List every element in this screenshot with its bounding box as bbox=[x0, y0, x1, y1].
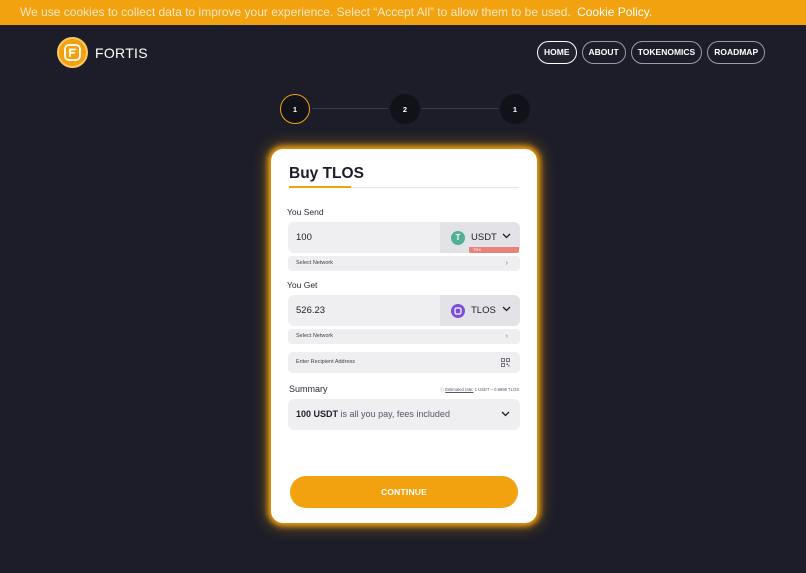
get-coin-select[interactable]: TLOS bbox=[440, 295, 520, 326]
get-network-placeholder: Select Network bbox=[296, 333, 333, 339]
cookie-policy-link[interactable]: Cookie Policy. bbox=[577, 5, 652, 19]
send-network-select[interactable]: Select Network › bbox=[288, 256, 520, 271]
get-amount-field[interactable]: 526.23 TLOS bbox=[288, 295, 520, 326]
step-2: 2 bbox=[390, 94, 420, 124]
send-amount-value[interactable]: 100 bbox=[296, 222, 312, 253]
chevron-down-icon bbox=[501, 411, 510, 417]
nav-tokenomics-button[interactable]: TOKENOMICS bbox=[630, 41, 703, 64]
title-accent-underline bbox=[289, 186, 351, 188]
cookie-message: We use cookies to collect data to improv… bbox=[20, 5, 571, 19]
nav-roadmap-button[interactable]: ROADMAP bbox=[707, 41, 766, 64]
get-network-select[interactable]: Select Network › bbox=[288, 329, 520, 344]
summary-amount: 100 USDT bbox=[296, 409, 339, 419]
chevron-right-icon: › bbox=[505, 260, 508, 267]
telos-icon bbox=[451, 303, 465, 318]
you-send-label: You Send bbox=[287, 207, 324, 217]
you-get-label: You Get bbox=[287, 280, 318, 290]
progress-stepper: 1 2 1 bbox=[280, 94, 530, 124]
cookie-banner: We use cookies to collect data to improv… bbox=[0, 0, 806, 25]
get-amount-value: 526.23 bbox=[296, 305, 326, 316]
estimated-rate: ⓘ Estimated rate: 1 USDT ~ 0.9899 TLOS bbox=[440, 387, 519, 393]
summary-label: Summary bbox=[289, 384, 328, 394]
send-network-placeholder: Select Network bbox=[296, 260, 333, 266]
continue-button[interactable]: CONTINUE bbox=[290, 476, 518, 508]
estimated-rate-value: 1 USDT ~ 0.9899 TLOS bbox=[474, 387, 519, 392]
stepper-connector bbox=[422, 108, 498, 109]
chevron-down-icon bbox=[502, 233, 511, 239]
recipient-address-placeholder[interactable]: Enter Recipient Address bbox=[296, 352, 355, 373]
card-title: Buy TLOS bbox=[289, 165, 364, 182]
step-1: 1 bbox=[280, 94, 310, 124]
brand-name: FORTIS bbox=[95, 44, 148, 61]
tether-icon: T bbox=[451, 230, 465, 245]
send-coin-code: USDT bbox=[471, 232, 497, 243]
stepper-connector bbox=[312, 108, 388, 109]
estimated-rate-label[interactable]: Estimated rate: bbox=[445, 387, 473, 392]
nav-about-button[interactable]: ABOUT bbox=[581, 41, 626, 64]
nav-home-button[interactable]: HOME bbox=[537, 41, 577, 64]
summary-description: is all you pay, fees included bbox=[340, 409, 450, 419]
brand-logo[interactable]: FORTIS bbox=[57, 37, 148, 68]
chevron-down-icon bbox=[502, 306, 511, 312]
recipient-address-field[interactable]: Enter Recipient Address bbox=[288, 352, 520, 373]
fortis-logo-icon bbox=[57, 37, 88, 68]
network-tag: TRX bbox=[469, 247, 519, 253]
summary-text: 100 USDT is all you pay, fees included bbox=[296, 399, 450, 430]
buy-card: Buy TLOS You Send 100 T USDT TRX Select … bbox=[271, 149, 537, 523]
chevron-right-icon: › bbox=[505, 333, 508, 340]
summary-dropdown[interactable]: 100 USDT is all you pay, fees included bbox=[288, 399, 520, 430]
step-3: 1 bbox=[500, 94, 530, 124]
qr-code-icon[interactable] bbox=[501, 358, 510, 367]
get-coin-code: TLOS bbox=[471, 305, 496, 316]
main-nav: HOME ABOUT TOKENOMICS ROADMAP bbox=[537, 41, 766, 64]
